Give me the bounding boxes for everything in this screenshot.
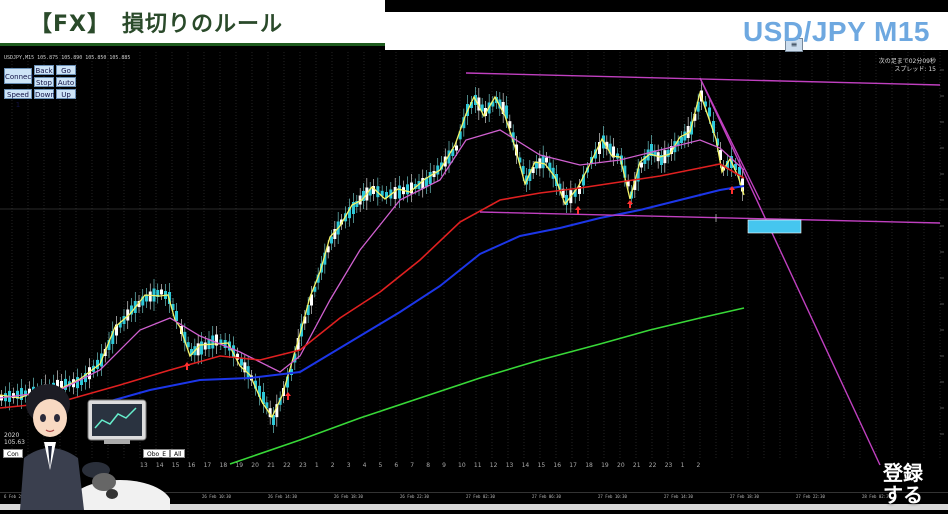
up-arrow-icon bbox=[575, 206, 581, 214]
speed-button[interactable]: Speed 1 bbox=[4, 89, 32, 109]
watermark-line2: する bbox=[883, 483, 923, 507]
title-text: 【FX】 損切りのルール bbox=[30, 12, 283, 37]
down-button[interactable]: Down bbox=[34, 89, 55, 99]
day-label: 7 bbox=[410, 462, 415, 469]
candle-body bbox=[203, 342, 207, 350]
day-label: 11 bbox=[473, 462, 482, 469]
day-label: 10 bbox=[458, 462, 466, 469]
day-label: 17 bbox=[203, 462, 212, 469]
time-axis-label: 27 Feb 14:30 bbox=[664, 494, 693, 499]
candle-body bbox=[455, 145, 458, 151]
time-axis-label: 26 Feb 22:30 bbox=[400, 494, 429, 499]
candle-body bbox=[683, 131, 687, 141]
time-axis-label: 27 Feb 10:30 bbox=[598, 494, 627, 499]
day-label: 19 bbox=[235, 462, 244, 469]
day-label: 20 bbox=[251, 462, 259, 469]
target-zone-box bbox=[747, 219, 802, 234]
candle-body bbox=[663, 150, 667, 164]
day-label: 2 bbox=[330, 462, 335, 469]
spread-info: スプレッド: 15 bbox=[894, 66, 936, 73]
candle-body bbox=[666, 149, 670, 157]
ma-green-line bbox=[229, 307, 745, 465]
ma-blue-line bbox=[99, 185, 745, 405]
pair-label: USD/JPY M15 bbox=[742, 16, 930, 47]
go-button[interactable]: Go bbox=[56, 65, 76, 75]
connect-button[interactable]: Connect bbox=[4, 68, 34, 84]
day-label: 19 bbox=[601, 462, 609, 469]
avatar-illustration bbox=[20, 384, 172, 514]
auto-button[interactable]: Auto bbox=[56, 77, 76, 87]
projection-line bbox=[699, 77, 881, 466]
time-axis-label: 27 Feb 02:30 bbox=[466, 494, 495, 499]
time-axis-label: 27 Feb 18:30 bbox=[730, 494, 759, 499]
ma-mid-line bbox=[0, 129, 745, 399]
up-button[interactable]: Up bbox=[56, 89, 76, 99]
candle-body bbox=[708, 107, 711, 117]
title-banner: 【FX】 損切りのルール bbox=[0, 0, 385, 46]
symbol-info: USDJPY,M15 105.875 105.890 105.850 105.8… bbox=[4, 55, 131, 61]
day-label: 15 bbox=[171, 462, 180, 469]
time-axis-label: 27 Feb 22:30 bbox=[796, 494, 825, 499]
day-label: 16 bbox=[553, 462, 562, 469]
day-label: 13 bbox=[505, 462, 514, 469]
day-label: 5 bbox=[378, 462, 383, 469]
day-label: 8 bbox=[426, 462, 431, 469]
time-axis-label: 26 Feb 14:30 bbox=[268, 494, 297, 499]
day-label: 23 bbox=[664, 462, 673, 469]
candle-body bbox=[148, 291, 152, 302]
candle-body bbox=[640, 162, 643, 168]
up-arrow-icon bbox=[627, 200, 633, 208]
day-label: 21 bbox=[267, 462, 275, 469]
candle-body bbox=[398, 185, 401, 199]
day-label: 4 bbox=[362, 462, 367, 469]
day-label: 14 bbox=[521, 462, 530, 469]
candle-body bbox=[240, 358, 243, 366]
avatar bbox=[0, 378, 172, 514]
time-axis-label: 27 Feb 06:30 bbox=[532, 494, 561, 499]
candle-body bbox=[541, 155, 545, 169]
up-arrow-icon bbox=[285, 392, 291, 400]
all-button[interactable]: All bbox=[170, 449, 186, 458]
day-label: 22 bbox=[648, 462, 657, 469]
stop-button[interactable]: Stop bbox=[34, 77, 54, 87]
back-button[interactable]: Back bbox=[34, 65, 54, 75]
lower-trendline bbox=[479, 211, 941, 224]
day-label: 22 bbox=[283, 462, 291, 469]
day-label: 18 bbox=[219, 462, 228, 469]
ma-fast-line bbox=[0, 90, 745, 419]
day-label: 16 bbox=[187, 462, 196, 469]
subscribe-watermark: 登録 する bbox=[883, 462, 923, 506]
up-arrow-icon bbox=[184, 362, 190, 370]
bar-timer-info: 次の足まで02分09秒 スプレッド: 15 bbox=[879, 58, 936, 74]
day-label: 21 bbox=[632, 462, 641, 469]
ma-red-line bbox=[0, 163, 745, 409]
candle-body bbox=[406, 184, 409, 195]
candle-body bbox=[393, 187, 397, 199]
day-label: 1 bbox=[680, 462, 685, 469]
candle-body bbox=[200, 341, 203, 355]
day-label: 12 bbox=[489, 462, 498, 469]
candle-body bbox=[160, 289, 163, 295]
day-label: 6 bbox=[394, 462, 399, 469]
candle-body bbox=[428, 172, 432, 184]
watermark-line1: 登録 bbox=[883, 461, 923, 485]
candle-body bbox=[545, 157, 548, 163]
candle-body bbox=[680, 137, 683, 143]
day-label: 3 bbox=[346, 462, 351, 469]
time-axis-label: 26 Feb 18:30 bbox=[334, 494, 363, 499]
day-label: 15 bbox=[537, 462, 546, 469]
day-label: 9 bbox=[442, 462, 446, 469]
day-label: 1 bbox=[314, 462, 319, 469]
day-label: 18 bbox=[585, 462, 593, 469]
time-axis-label: 26 Feb 10:30 bbox=[202, 494, 231, 499]
next-bar-timer: 次の足まで02分09秒 bbox=[878, 58, 936, 65]
day-label: 23 bbox=[299, 462, 307, 469]
day-label: 20 bbox=[617, 462, 625, 469]
day-label: 17 bbox=[569, 462, 577, 469]
day-label: 2 bbox=[696, 462, 701, 469]
